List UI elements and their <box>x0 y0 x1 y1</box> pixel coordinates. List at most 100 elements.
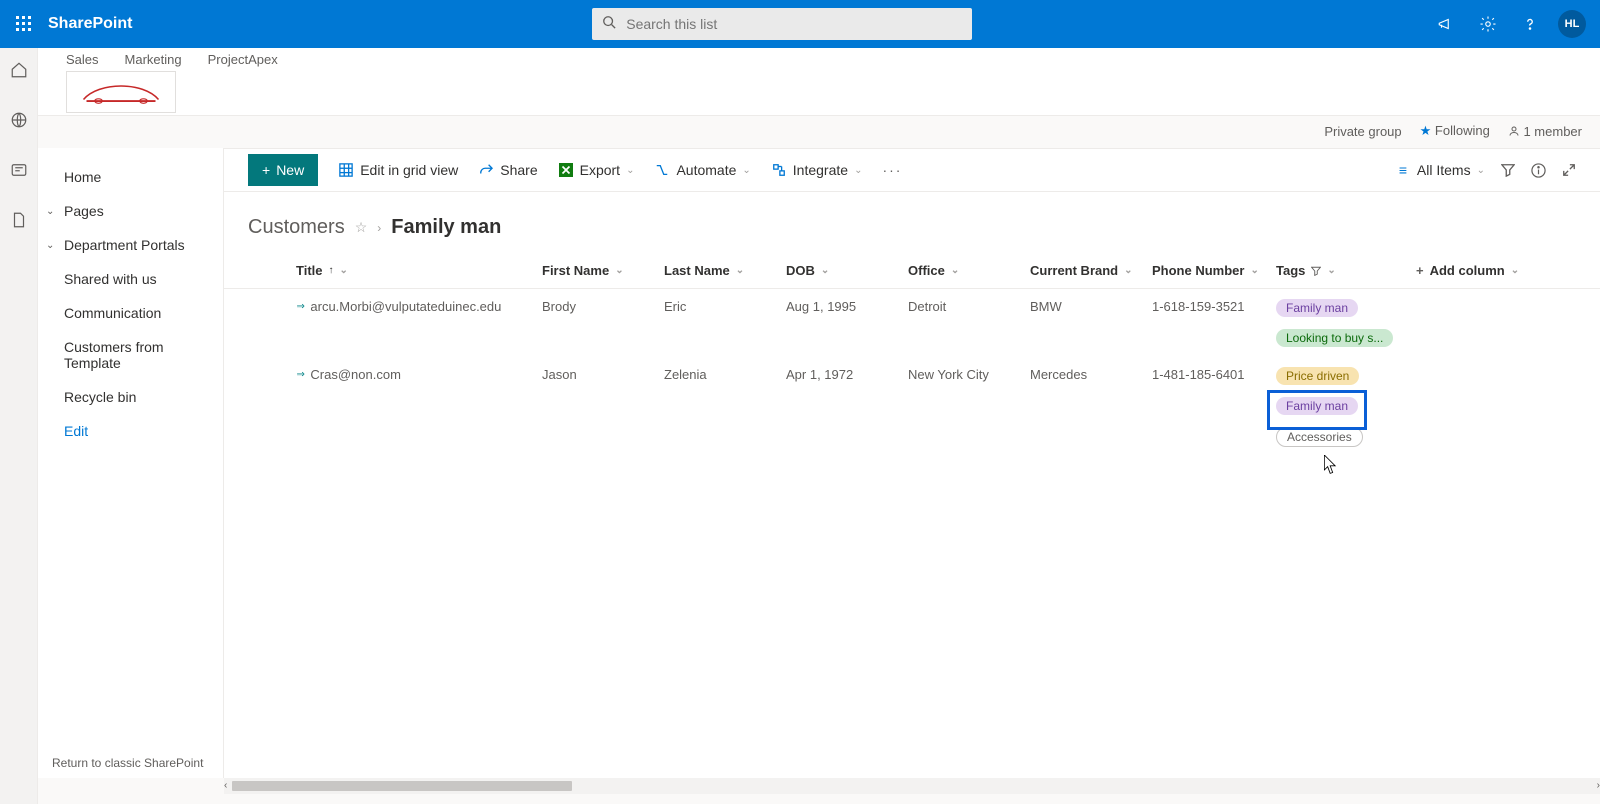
col-fname[interactable]: First Name⌄ <box>542 263 664 278</box>
tag-pill[interactable]: Family man <box>1276 299 1358 317</box>
star-icon: ★ <box>1420 123 1432 138</box>
members-button[interactable]: 1 member <box>1508 124 1582 139</box>
cell-fname: Jason <box>542 367 664 382</box>
nav-pages[interactable]: ⌄Pages <box>38 194 223 228</box>
nav-customers-from-template[interactable]: Customers from Template <box>38 330 223 380</box>
grid-icon <box>338 162 354 178</box>
nav-shared-with-us[interactable]: Shared with us <box>38 262 223 296</box>
chevron-right-icon: › <box>377 221 381 235</box>
scroll-right-icon[interactable]: › <box>1597 780 1600 791</box>
tag-pill[interactable]: Looking to buy s... <box>1276 329 1393 347</box>
suite-bar: SharePoint HL <box>0 0 1600 48</box>
col-title[interactable]: Title↑⌄ <box>296 263 542 278</box>
plus-icon: + <box>262 162 270 178</box>
chevron-down-icon: ⌄ <box>1511 265 1519 276</box>
content-area: Customers ☆ › Family man Title↑⌄ First N… <box>224 192 1600 778</box>
chevron-down-icon: ⌄ <box>821 265 829 276</box>
help-icon[interactable] <box>1516 10 1544 38</box>
cell-dob: Apr 1, 1972 <box>786 367 908 382</box>
excel-icon <box>558 162 574 178</box>
col-lname[interactable]: Last Name⌄ <box>664 263 786 278</box>
info-button[interactable] <box>1531 163 1546 178</box>
chevron-down-icon: ⌄ <box>626 165 634 176</box>
return-classic-link[interactable]: Return to classic SharePoint <box>52 756 203 770</box>
col-tags[interactable]: Tags⌄ <box>1276 263 1416 278</box>
home-icon[interactable] <box>7 58 31 82</box>
nav-home[interactable]: Home <box>38 160 223 194</box>
nav-recycle-bin[interactable]: Recycle bin <box>38 380 223 414</box>
link-icon: ⇗ <box>293 300 307 314</box>
favorite-star-icon[interactable]: ☆ <box>355 219 368 236</box>
cursor-icon <box>1324 455 1338 475</box>
nav-edit[interactable]: Edit <box>38 414 223 448</box>
filter-button[interactable] <box>1501 163 1515 177</box>
tag-pill[interactable]: Accessories <box>1276 427 1363 447</box>
hub-link-marketing[interactable]: Marketing <box>125 52 182 67</box>
add-column-button[interactable]: +Add column⌄ <box>1416 263 1536 278</box>
chevron-down-icon: ⌄ <box>854 165 862 176</box>
integrate-icon <box>771 162 787 178</box>
tag-pill[interactable]: Price driven <box>1276 367 1359 385</box>
news-icon[interactable] <box>7 158 31 182</box>
breadcrumb: Customers ☆ › Family man <box>224 192 1600 253</box>
search-input[interactable] <box>592 8 972 40</box>
cell-title[interactable]: ⇗arcu.Morbi@vulputateduinec.edu <box>296 299 542 314</box>
table-row[interactable]: ⇗Cras@non.com Jason Zelenia Apr 1, 1972 … <box>224 357 1600 457</box>
follow-button[interactable]: ★ Following <box>1420 123 1490 139</box>
plus-icon: + <box>1416 263 1424 278</box>
col-phone[interactable]: Phone Number⌄ <box>1152 263 1276 278</box>
scroll-left-icon[interactable]: ‹ <box>224 780 227 791</box>
chevron-down-icon: ⌄ <box>615 265 623 276</box>
nav-communication[interactable]: Communication <box>38 296 223 330</box>
command-bar: +New Edit in grid view Share Export ⌄ Au… <box>224 148 1600 192</box>
breadcrumb-parent[interactable]: Customers <box>248 216 345 239</box>
cell-office: Detroit <box>908 299 1030 314</box>
expand-button[interactable] <box>1562 163 1576 177</box>
horizontal-scrollbar[interactable]: ‹ › <box>224 778 1600 794</box>
globe-icon[interactable] <box>7 108 31 132</box>
site-logo[interactable] <box>66 71 176 113</box>
chevron-down-icon: ⌄ <box>46 240 56 251</box>
chevron-down-icon: ⌄ <box>742 165 750 176</box>
left-nav: Home ⌄Pages ⌄Department Portals Shared w… <box>38 148 224 778</box>
col-brand[interactable]: Current Brand⌄ <box>1030 263 1152 278</box>
view-selector[interactable]: ≡All Items ⌄ <box>1395 162 1485 178</box>
table-row[interactable]: ⇗arcu.Morbi@vulputateduinec.edu Brody Er… <box>224 289 1600 357</box>
cell-tags: Family man Looking to buy s... <box>1276 299 1416 347</box>
cell-title[interactable]: ⇗Cras@non.com <box>296 367 542 382</box>
integrate-button[interactable]: Integrate ⌄ <box>771 162 863 178</box>
col-dob[interactable]: DOB⌄ <box>786 263 908 278</box>
edit-grid-button[interactable]: Edit in grid view <box>338 162 458 178</box>
flow-icon <box>654 162 670 178</box>
megaphone-icon[interactable] <box>1432 10 1460 38</box>
more-button[interactable]: ··· <box>882 162 902 178</box>
chevron-down-icon: ⌄ <box>736 265 744 276</box>
new-button[interactable]: +New <box>248 154 318 186</box>
table-header: Title↑⌄ First Name⌄ Last Name⌄ DOB⌄ Offi… <box>224 253 1600 289</box>
gear-icon[interactable] <box>1474 10 1502 38</box>
app-launcher-icon[interactable] <box>8 8 40 40</box>
nav-department-portals[interactable]: ⌄Department Portals <box>38 228 223 262</box>
export-button[interactable]: Export ⌄ <box>558 162 635 178</box>
sort-asc-icon: ↑ <box>329 265 334 276</box>
hub-links: Sales Marketing ProjectApex <box>66 48 1572 67</box>
chevron-down-icon: ⌄ <box>1124 265 1132 276</box>
col-office[interactable]: Office⌄ <box>908 263 1030 278</box>
hub-link-projectapex[interactable]: ProjectApex <box>208 52 278 67</box>
tag-pill[interactable]: Family man <box>1276 397 1358 415</box>
chevron-down-icon: ⌄ <box>340 265 348 276</box>
app-name[interactable]: SharePoint <box>48 15 132 33</box>
automate-button[interactable]: Automate ⌄ <box>654 162 750 178</box>
avatar[interactable]: HL <box>1558 10 1586 38</box>
chevron-down-icon: ⌄ <box>951 265 959 276</box>
list-icon: ≡ <box>1395 162 1411 178</box>
cell-office: New York City <box>908 367 1030 382</box>
cell-brand: BMW <box>1030 299 1152 314</box>
cell-lname: Eric <box>664 299 786 314</box>
hub-link-sales[interactable]: Sales <box>66 52 99 67</box>
files-icon[interactable] <box>7 208 31 232</box>
share-button[interactable]: Share <box>478 162 537 178</box>
cell-phone: 1-618-159-3521 <box>1152 299 1276 314</box>
scrollbar-thumb[interactable] <box>232 781 572 791</box>
privacy-label: Private group <box>1324 124 1401 139</box>
